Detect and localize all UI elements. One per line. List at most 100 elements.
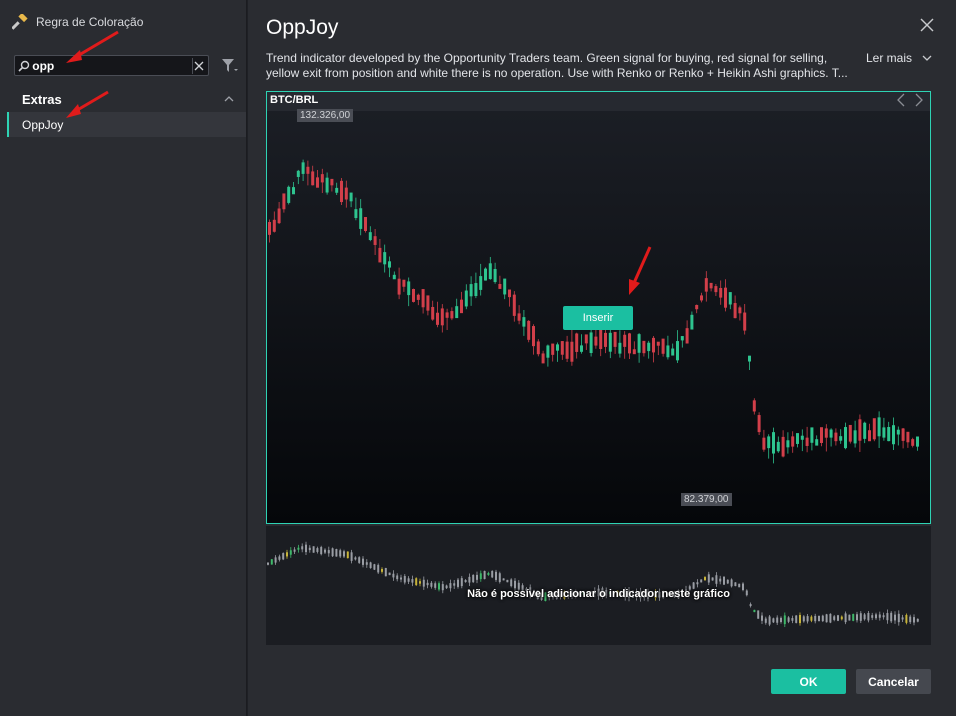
candle-body <box>312 546 315 553</box>
candle-body <box>301 162 305 174</box>
sidebar-item-oppjoy[interactable]: OppJoy <box>7 112 246 137</box>
candle-body <box>796 433 799 444</box>
candle-body <box>551 343 555 355</box>
candle-body <box>764 618 767 623</box>
candle-body <box>690 314 694 330</box>
candle-body <box>388 572 391 576</box>
candle-body <box>814 615 817 622</box>
candle-body <box>403 576 406 583</box>
chart-symbol: BTC/BRL <box>270 94 319 106</box>
window-title: Regra de Coloração <box>12 14 143 30</box>
candle-body <box>474 283 478 297</box>
candle-body <box>856 614 858 621</box>
candle-body <box>344 187 348 200</box>
candle-body <box>757 415 761 433</box>
group-header-extras[interactable]: Extras <box>0 88 246 110</box>
candle-body <box>848 424 852 442</box>
candle-body <box>484 268 487 281</box>
indicator-title: OppJoy <box>266 16 339 39</box>
candle-body <box>700 579 703 583</box>
search-box[interactable] <box>14 55 209 76</box>
candle-body <box>316 177 319 188</box>
candle-body <box>373 564 376 570</box>
candle-body <box>570 341 574 362</box>
candle-body <box>460 299 463 314</box>
candle-body <box>704 278 708 292</box>
candle-body <box>863 422 867 439</box>
chevron-left-icon[interactable] <box>896 93 906 107</box>
candle-body <box>743 312 747 331</box>
read-more-link[interactable]: Ler mais <box>866 51 932 65</box>
candle-body <box>287 186 291 203</box>
candle-body <box>422 579 425 587</box>
candle-body <box>365 562 368 565</box>
insert-button[interactable]: Inserir <box>563 306 633 330</box>
candle-body <box>426 582 429 586</box>
sidebar-item-label: OppJoy <box>22 117 64 132</box>
candle-body <box>867 612 870 621</box>
candle-body <box>536 341 540 355</box>
candle-body <box>493 268 497 283</box>
candle-body <box>440 308 444 326</box>
window-title-text: Regra de Coloração <box>36 15 144 29</box>
candle-body <box>656 341 660 346</box>
candle-body <box>498 573 501 582</box>
candle-body <box>305 544 307 553</box>
candle-body <box>343 551 345 557</box>
candle-body <box>810 616 813 621</box>
candle-body <box>905 614 908 623</box>
candle-body <box>762 437 766 450</box>
candle-body <box>647 342 651 352</box>
candle-body <box>821 615 824 622</box>
filter-icon[interactable] <box>220 56 240 76</box>
candle-body <box>878 614 881 618</box>
candle-body <box>270 559 273 565</box>
candle-body <box>799 614 801 624</box>
candle-body <box>293 549 296 552</box>
candle-body <box>297 547 300 550</box>
cancel-button[interactable]: Cancelar <box>856 669 931 694</box>
candle-body <box>872 418 876 440</box>
candle-body <box>723 576 725 585</box>
chart-preview: BTC/BRL 132.326,00 82.379,00 Inserir <box>266 91 931 524</box>
search-input[interactable] <box>32 58 193 73</box>
candle-body <box>786 440 790 448</box>
candle-body <box>599 327 603 350</box>
candle-body <box>556 344 559 351</box>
candle-body <box>806 616 809 622</box>
candle-body <box>522 317 526 327</box>
candle-body <box>495 571 497 580</box>
candle-body <box>527 320 531 340</box>
clear-search-icon[interactable] <box>192 57 205 74</box>
candle-body <box>772 618 775 623</box>
candle-body <box>330 178 334 186</box>
candle-body <box>455 306 459 319</box>
candle-body <box>272 219 276 232</box>
candle-body <box>776 441 780 452</box>
candle-body <box>268 222 271 235</box>
candle-body <box>853 430 857 444</box>
candle-body <box>430 582 433 587</box>
candle-body <box>837 615 839 621</box>
close-icon[interactable] <box>920 18 934 32</box>
indicator-preview: Não é possível adicionar o indicador nes… <box>266 526 931 645</box>
candle-body <box>795 615 798 623</box>
candle-body <box>421 289 425 308</box>
candle-body <box>852 614 855 621</box>
candle-body <box>894 614 896 621</box>
candle-body <box>752 400 756 412</box>
chevron-right-icon[interactable] <box>914 93 924 107</box>
candle-body <box>359 208 363 229</box>
candle-body <box>575 333 579 352</box>
candle-body <box>824 428 828 438</box>
candle-body <box>362 558 364 565</box>
candle-body <box>820 427 823 443</box>
high-price-label: 132.326,00 <box>297 109 354 122</box>
candle-body <box>400 577 402 580</box>
left-panel: Regra de Coloração Extras OppJoy <box>0 0 247 716</box>
candle-body <box>491 570 494 578</box>
ok-button[interactable]: OK <box>771 669 846 694</box>
candle-body <box>450 311 454 319</box>
candle-body <box>685 328 689 344</box>
candle-body <box>532 326 535 347</box>
